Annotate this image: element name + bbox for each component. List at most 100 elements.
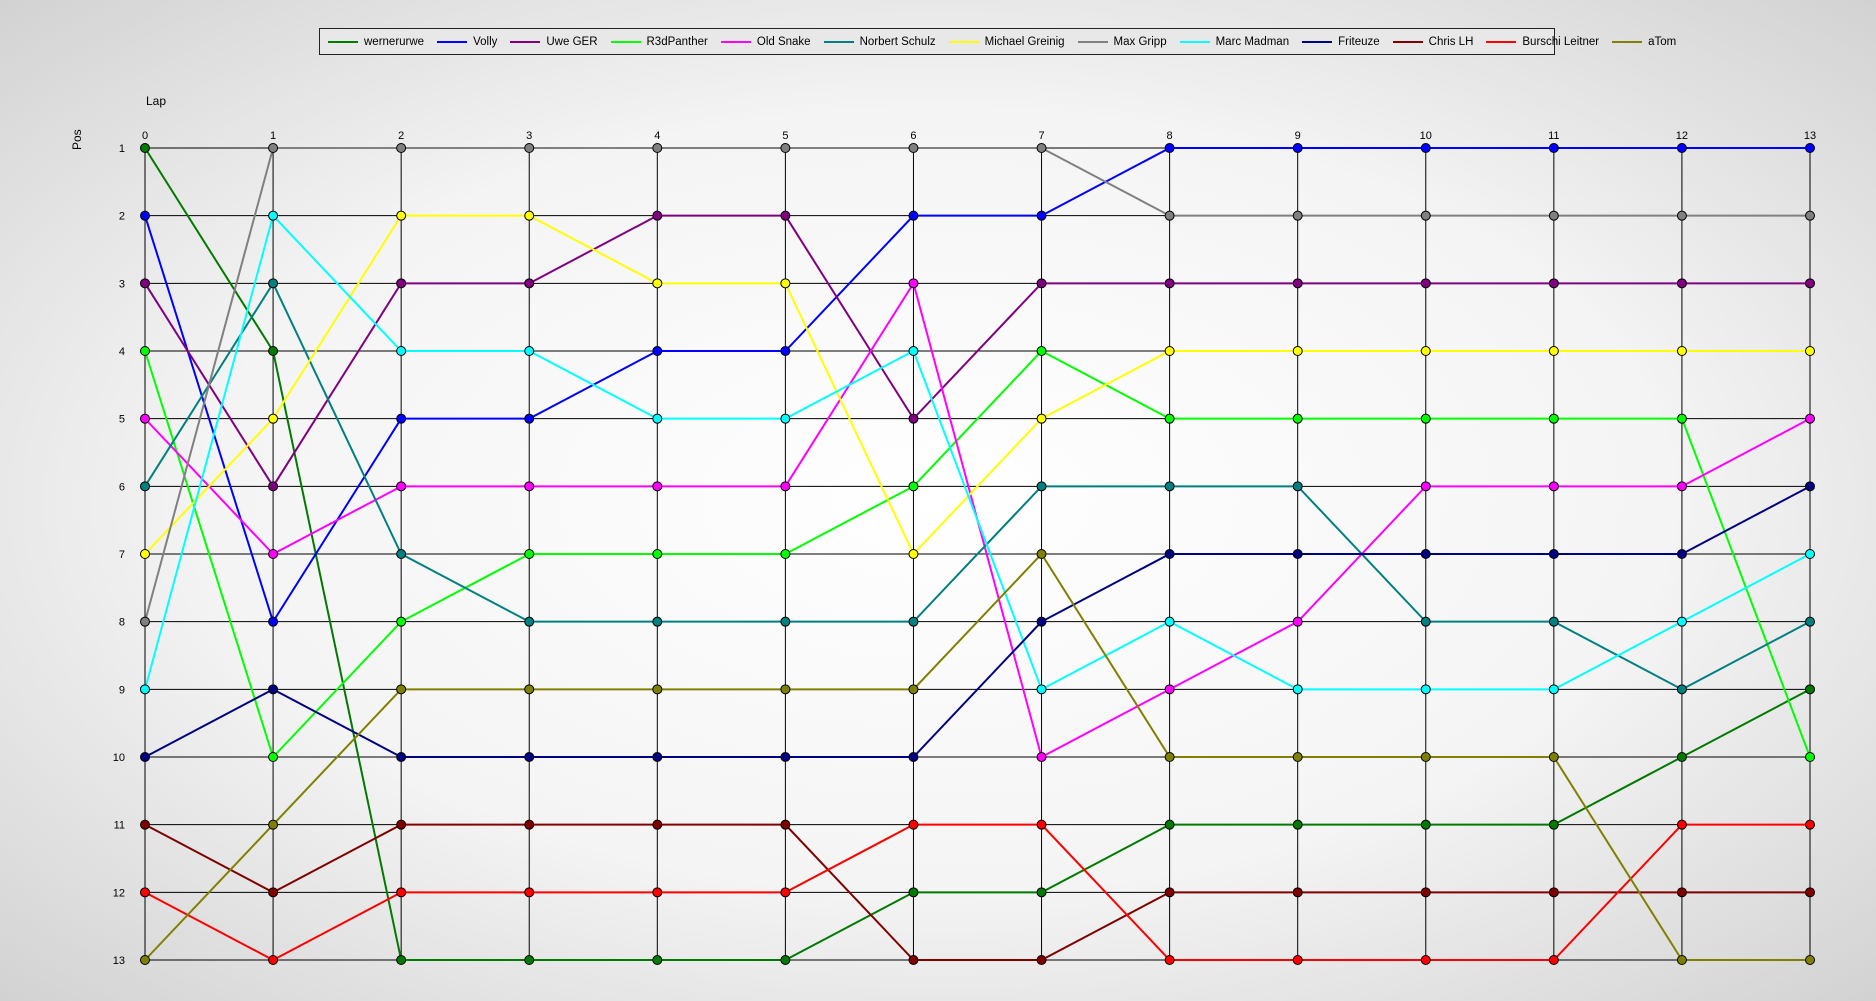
data-point — [1420, 413, 1431, 424]
data-point — [1805, 752, 1815, 762]
data-point — [1164, 819, 1175, 830]
data-point — [524, 684, 535, 695]
data-point — [652, 346, 663, 356]
series-line — [144, 147, 1810, 622]
data-point — [1036, 887, 1047, 898]
data-point — [780, 413, 791, 424]
data-point — [524, 143, 535, 153]
data-point — [396, 346, 407, 356]
data-point — [1676, 887, 1687, 898]
data-point — [1036, 752, 1047, 762]
x-tick-label: 3 — [526, 130, 532, 142]
data-point — [1805, 819, 1815, 830]
data-point — [1420, 616, 1431, 627]
data-point — [1676, 752, 1687, 762]
y-tick-label: 7 — [119, 549, 125, 561]
data-point — [1548, 819, 1559, 830]
series-line — [144, 214, 1810, 556]
series-markers — [140, 210, 1815, 559]
data-point — [1036, 413, 1047, 424]
data-point — [140, 887, 150, 898]
data-point — [524, 413, 535, 424]
data-point — [908, 346, 919, 356]
data-point — [908, 210, 919, 221]
x-tick-label: 6 — [910, 130, 916, 142]
x-tick-label: 12 — [1676, 130, 1688, 142]
data-point — [908, 143, 919, 153]
data-point — [908, 819, 919, 830]
data-point — [652, 955, 663, 965]
data-point — [1292, 955, 1303, 965]
data-point — [140, 143, 150, 153]
data-point — [524, 549, 535, 559]
y-tick-label: 11 — [114, 820, 125, 832]
data-point — [652, 413, 663, 424]
y-tick-label: 1 — [119, 143, 125, 155]
x-tick-label: 4 — [654, 130, 660, 142]
data-point — [1292, 887, 1303, 898]
data-point — [396, 143, 407, 153]
x-tick-label: 0 — [142, 130, 148, 142]
data-point — [1036, 616, 1047, 627]
data-point — [524, 210, 535, 221]
data-point — [652, 278, 663, 289]
data-point — [780, 752, 791, 762]
x-tick-label: 13 — [1804, 130, 1816, 142]
data-point — [1676, 684, 1687, 695]
data-point — [1420, 955, 1431, 965]
data-point — [140, 819, 150, 830]
data-point — [652, 752, 663, 762]
data-point — [396, 955, 407, 965]
data-point — [652, 887, 663, 898]
data-point — [780, 278, 791, 289]
data-point — [524, 346, 535, 356]
data-point — [652, 616, 663, 627]
chart-plot: 0 1 2 3 4 5 6 7 8 9 10 11 12 1312345678910111213 — [113, 130, 1816, 967]
data-point — [1292, 481, 1303, 492]
data-point — [908, 752, 919, 762]
x-tick-label: 1 — [270, 130, 276, 142]
data-point — [1164, 887, 1175, 898]
data-point — [1420, 752, 1431, 762]
data-point — [1548, 481, 1559, 492]
data-point — [1292, 210, 1303, 221]
x-tick-label: 7 — [1038, 130, 1044, 142]
data-point — [1036, 684, 1047, 695]
data-point — [1420, 278, 1431, 289]
data-point — [140, 278, 150, 289]
data-point — [780, 143, 791, 153]
data-point — [908, 887, 919, 898]
data-point — [396, 752, 407, 762]
data-point — [1676, 616, 1687, 627]
data-point — [1420, 210, 1431, 221]
data-point — [140, 549, 150, 559]
data-point — [524, 819, 535, 830]
data-point — [1805, 481, 1815, 492]
y-tick-label: 6 — [119, 481, 125, 493]
x-tick-label: 9 — [1295, 130, 1301, 142]
data-point — [524, 481, 535, 492]
data-point — [268, 616, 279, 627]
data-point — [268, 819, 279, 830]
data-point — [1548, 887, 1559, 898]
data-point — [1548, 346, 1559, 356]
data-point — [1548, 143, 1559, 153]
data-point — [652, 143, 663, 153]
data-point — [1420, 819, 1431, 830]
data-point — [1548, 616, 1559, 627]
data-point — [1292, 278, 1303, 289]
data-point — [780, 955, 791, 965]
data-point — [1036, 143, 1047, 153]
data-point — [1676, 955, 1687, 965]
data-point — [524, 752, 535, 762]
data-point — [1676, 549, 1687, 559]
y-tick-label: 13 — [113, 955, 125, 967]
data-point — [652, 819, 663, 830]
data-point — [524, 887, 535, 898]
data-point — [908, 616, 919, 627]
x-tick-label: 10 — [1420, 130, 1432, 142]
x-tick-label: 5 — [782, 130, 788, 142]
data-point — [1164, 346, 1175, 356]
data-point — [1036, 210, 1047, 221]
data-point — [396, 210, 407, 221]
